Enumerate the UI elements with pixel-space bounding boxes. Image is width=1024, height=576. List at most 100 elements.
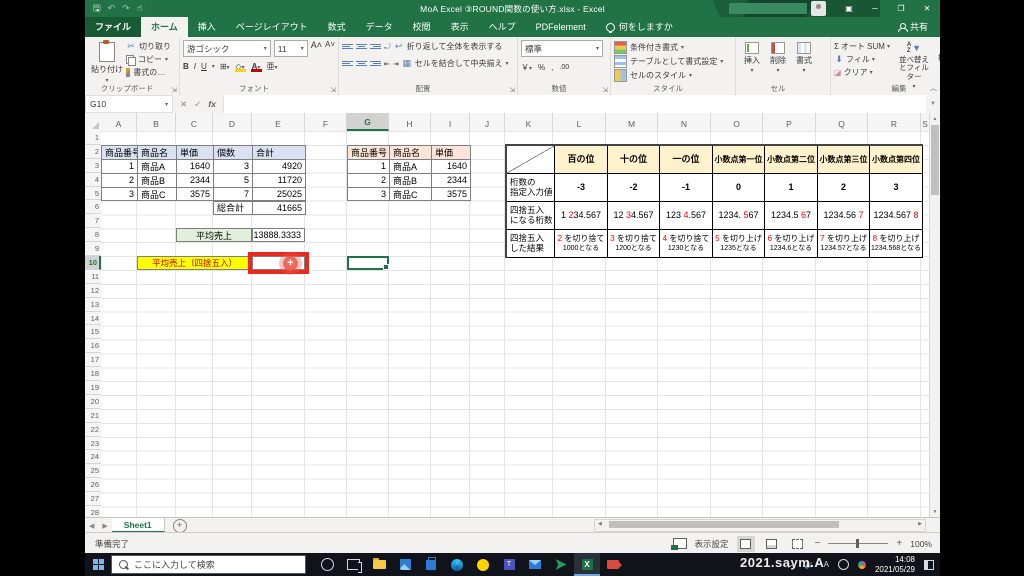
insert-function-icon[interactable]: fx (208, 99, 216, 109)
products-header-cell[interactable]: 商品番号 (102, 145, 138, 160)
formula-bar-expand-icon[interactable]: ▼ (926, 95, 940, 113)
align-right-icon[interactable] (370, 61, 381, 66)
products-cell[interactable]: 11720 (253, 173, 306, 188)
user-avatar[interactable] (811, 1, 826, 16)
round-table-header-cell[interactable]: 十の位 (608, 146, 660, 174)
average-sales-value-cell[interactable]: 13888.3333 (252, 228, 305, 243)
cut-button[interactable]: ✂ 切り取り (126, 40, 172, 53)
round-table-result-cell[interactable]: 8 を切り上げ 1234.568となる (870, 230, 923, 258)
selected-cell-G10[interactable] (347, 256, 389, 271)
tab-home[interactable]: ホーム (141, 17, 188, 37)
row-header-21[interactable]: 21 (85, 409, 101, 423)
products2-header-cell[interactable]: 商品番号 (348, 145, 390, 160)
increase-decimal-button[interactable]: .00 (559, 64, 569, 71)
redo-icon[interactable]: ↷ (122, 3, 130, 14)
scroll-up-icon[interactable]: ▲ (930, 113, 940, 124)
select-all-corner[interactable] (85, 113, 102, 132)
vertical-scrollbar[interactable]: ▲ ▼ (929, 113, 940, 517)
products-cell[interactable]: 7 (214, 187, 253, 202)
sheet-tab-sheet1[interactable]: Sheet1 (111, 518, 165, 533)
column-header-J[interactable]: J (470, 113, 505, 131)
row-header-19[interactable]: 19 (85, 381, 101, 395)
task-view-button[interactable] (340, 553, 366, 576)
number-dialog-launcher-icon[interactable]: ⇲ (602, 86, 608, 94)
row-header-12[interactable]: 12 (85, 284, 101, 298)
excel-taskbar-button[interactable]: X (574, 553, 600, 576)
round-table-result-cell[interactable]: 6 を切り上げ 1234.6となる (765, 230, 818, 258)
increase-indent-icon[interactable]: ⇥ (393, 60, 399, 68)
borders-button[interactable]: ⊞▾ (220, 62, 230, 71)
taskbar-search-box[interactable]: ここに入力して検索 (111, 555, 306, 574)
row-header-24[interactable]: 24 (85, 450, 101, 465)
column-header-C[interactable]: C (176, 113, 213, 131)
round-table-row-label[interactable]: 四捨五入 した結果 (507, 230, 555, 258)
round-table-value-cell[interactable]: 123 4.567 (660, 202, 713, 230)
clipboard-dialog-launcher-icon[interactable]: ⇲ (171, 86, 177, 94)
column-header-O[interactable]: O (711, 113, 763, 131)
horizontal-scroll-thumb[interactable] (609, 521, 839, 528)
teams-button[interactable]: T (496, 553, 522, 576)
percent-style-button[interactable]: % (538, 63, 545, 72)
products-cell[interactable]: 3 (214, 159, 253, 174)
name-box[interactable]: G10 ▾ (85, 95, 173, 113)
round-table-value-cell[interactable]: 1234. 567 (713, 202, 765, 230)
cancel-formula-icon[interactable]: ✕ (180, 99, 187, 110)
products2-cell[interactable]: 2 (348, 173, 390, 188)
align-left-icon[interactable] (342, 61, 353, 66)
tab-pdfelement[interactable]: PDFelement (526, 17, 596, 37)
products2-cell[interactable]: 1 (348, 159, 390, 174)
products2-cell[interactable]: 3575 (432, 187, 471, 202)
save-icon[interactable]: 🖫 (93, 1, 101, 17)
products2-cell[interactable]: 1640 (432, 159, 471, 174)
round-table-diagonal-cell[interactable] (507, 146, 555, 174)
products-cell[interactable]: 3 (102, 187, 138, 202)
round-table-header-cell[interactable]: 小数点第三位 (818, 146, 870, 174)
products-cell[interactable]: 3575 (177, 187, 214, 202)
products-cell[interactable]: 1640 (177, 159, 214, 174)
row-header-17[interactable]: 17 (85, 353, 101, 368)
column-header-R[interactable]: R (868, 113, 921, 131)
conditional-formatting-button[interactable]: 条件付き書式 ▾ (614, 40, 732, 54)
products2-cell[interactable]: 商品C (390, 187, 432, 202)
font-name-combo[interactable]: 游ゴシック ▾ (183, 40, 271, 57)
format-cells-button[interactable]: 書式 ▾ (791, 40, 817, 74)
app-yellow-button[interactable] (470, 553, 496, 576)
products-cell[interactable]: 商品C (138, 187, 177, 202)
network-icon[interactable] (837, 559, 849, 570)
copy-button[interactable]: コピー ▾ (126, 53, 172, 66)
zoom-out-button[interactable]: − (815, 538, 821, 549)
paste-button[interactable]: 貼り付け ▾ (88, 40, 126, 84)
font-size-combo[interactable]: 11 ▾ (273, 40, 308, 57)
format-as-table-button[interactable]: テーブルとして書式設定 ▾ (614, 54, 732, 68)
underline-button[interactable]: U (201, 62, 207, 71)
grand-total-value-cell[interactable]: 41665 (253, 201, 306, 216)
page-layout-view-button[interactable] (763, 536, 781, 552)
clock[interactable]: 14:08 2021/05/29 (875, 555, 915, 574)
autosum-button[interactable]: Σ オート SUM ▾ (834, 40, 890, 53)
column-header-P[interactable]: P (763, 113, 816, 131)
column-header-A[interactable]: A (101, 113, 137, 131)
top-align-icon[interactable] (342, 44, 353, 49)
round-table-digit-cell[interactable]: 0 (713, 174, 765, 202)
round-table-digit-cell[interactable]: -1 (660, 174, 713, 202)
grand-total-label-cell[interactable]: 総合計 (214, 201, 253, 216)
bottom-align-icon[interactable] (370, 44, 381, 49)
store-button[interactable] (418, 553, 444, 576)
tab-review[interactable]: 校閲 (403, 17, 441, 37)
ime-indicator[interactable]: A (824, 560, 829, 569)
tab-view[interactable]: 表示 (441, 17, 479, 37)
clear-button[interactable]: ◪ クリア ▾ (834, 66, 890, 79)
edge-button[interactable] (444, 553, 470, 576)
close-button[interactable]: ✕ (914, 0, 940, 17)
column-header-H[interactable]: H (389, 113, 431, 131)
scroll-left-icon[interactable]: ◀ (598, 521, 602, 527)
formula-input[interactable] (223, 95, 926, 113)
phonetic-button[interactable]: 亜▾ (267, 61, 278, 72)
middle-align-icon[interactable] (356, 44, 367, 49)
round-table-row-label[interactable]: 四捨五入 になる桁数 (507, 202, 555, 230)
touch-mode-icon[interactable]: ☝ (137, 3, 142, 14)
products-header-cell[interactable]: 商品名 (138, 145, 177, 160)
minimize-button[interactable]: ─ (862, 0, 888, 17)
products-cell[interactable]: 商品A (138, 159, 177, 174)
column-header-D[interactable]: D (213, 113, 252, 131)
